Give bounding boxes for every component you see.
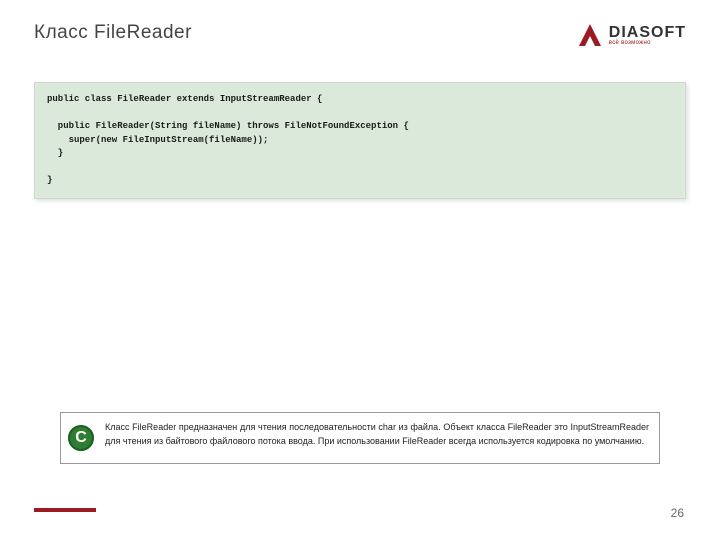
note-badge-container: C <box>61 413 101 463</box>
brand-logo: DIASOFT всё возможно <box>577 22 686 48</box>
logo-tagline: всё возможно <box>609 40 651 46</box>
info-note: C Класс FileReader предназначен для чтен… <box>60 412 660 464</box>
class-badge-icon: C <box>68 425 94 451</box>
note-text: Класс FileReader предназначен для чтения… <box>101 413 659 463</box>
logo-text-block: DIASOFT всё возможно <box>609 24 686 46</box>
page-title: Класс FileReader <box>34 22 192 44</box>
logo-icon <box>577 22 603 48</box>
slide-header: Класс FileReader DIASOFT всё возможно <box>0 0 720 48</box>
footer-accent-bar <box>34 508 96 512</box>
code-sample: public class FileReader extends InputStr… <box>34 82 686 199</box>
page-number: 26 <box>671 506 684 520</box>
